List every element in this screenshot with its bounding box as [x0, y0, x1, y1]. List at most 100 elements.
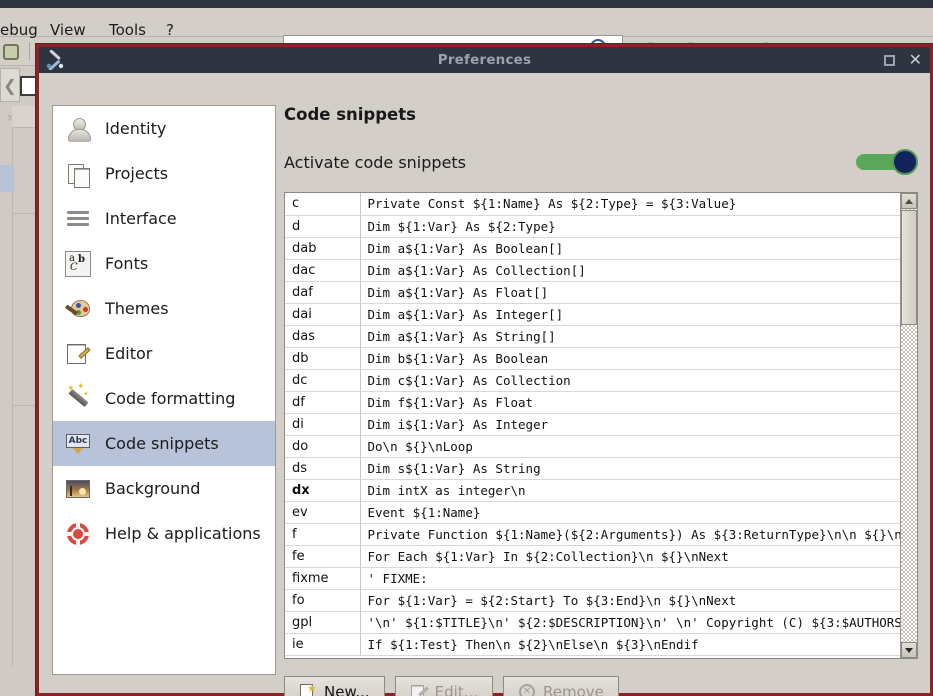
- sidebar-item-projects[interactable]: Projects: [53, 151, 275, 196]
- snippet-abbreviation: dc: [285, 369, 361, 392]
- snippet-expansion: Dim intX as integer\n: [360, 479, 900, 502]
- table-row[interactable]: ev Event ${1:Name}: [285, 501, 900, 524]
- snippet-abbreviation: df: [285, 391, 361, 414]
- sidebar-item-label: Interface: [105, 209, 177, 228]
- scroll-up-icon[interactable]: [901, 193, 917, 209]
- sidebar-item-themes[interactable]: Themes: [53, 286, 275, 331]
- menu-debug[interactable]: ebug: [0, 21, 38, 39]
- sidebar-item-background[interactable]: Background: [53, 466, 275, 511]
- snippet-abbreviation: di: [285, 413, 361, 436]
- remove-button: ✕ Remove: [503, 676, 619, 696]
- new-button[interactable]: ★ New...: [284, 676, 385, 696]
- table-row[interactable]: d Dim ${1:Var} As ${2:Type}: [285, 215, 900, 238]
- snippets-table-container: c Private Const ${1:Name} As ${2:Type} = …: [284, 192, 918, 659]
- menu-tools[interactable]: Tools: [109, 21, 146, 39]
- table-row[interactable]: gpl '\n' ${1:$TITLE}\n' ${2:$DESCRIPTION}…: [285, 611, 900, 634]
- snippet-expansion: Dim a${1:Var} As Integer[]: [360, 303, 900, 326]
- tools-icon: [45, 49, 65, 71]
- dialog-titlebar[interactable]: Preferences ✕: [39, 47, 930, 73]
- snippet-abbreviation: db: [285, 347, 361, 370]
- picture-icon: [65, 476, 91, 502]
- table-row[interactable]: ds Dim s${1:Var} As String: [285, 457, 900, 480]
- sidebar-item-label: Help & applications: [105, 524, 261, 543]
- snippet-abbreviation: dac: [285, 259, 361, 282]
- selected-line-marker: [0, 165, 14, 192]
- snippet-abbreviation: gpl: [285, 611, 361, 634]
- menu-view[interactable]: View: [50, 21, 86, 39]
- snippet-expansion: Dim a${1:Var} As Float[]: [360, 281, 900, 304]
- background-top-strip: [0, 0, 933, 8]
- snippet-expansion: For ${1:Var} = ${2:Start} To ${3:End}\n …: [360, 589, 900, 612]
- person-icon: [65, 116, 91, 142]
- collapse-left-icon[interactable]: ❮: [0, 68, 20, 102]
- snippet-expansion: Dim a${1:Var} As Collection[]: [360, 259, 900, 282]
- close-icon[interactable]: ✕: [909, 52, 922, 68]
- snippet-expansion: For Each ${1:Var} In ${2:Collection}\n $…: [360, 545, 900, 568]
- table-row[interactable]: f Private Function ${1:Name}(${2:Argument…: [285, 523, 900, 546]
- sidebar-item-help-applications[interactable]: Help & applications: [53, 511, 275, 556]
- sidebar-item-label: Fonts: [105, 254, 149, 273]
- table-row[interactable]: c Private Const ${1:Name} As ${2:Type} = …: [285, 193, 900, 216]
- button-label: Edit...: [434, 683, 479, 696]
- page-title: Code snippets: [284, 105, 416, 124]
- table-row[interactable]: fo For ${1:Var} = ${2:Start} To ${3:End}\…: [285, 589, 900, 612]
- action-buttons: ★ New... Edit... ✕ Remove: [284, 676, 619, 696]
- background-menubar: ebug View Tools ?: [0, 8, 933, 39]
- menu-tools-label: Tools: [109, 21, 146, 39]
- table-row[interactable]: fe For Each ${1:Var} In ${2:Collection}\n…: [285, 545, 900, 568]
- snippets-scrollbar[interactable]: [900, 193, 917, 658]
- scrollbar-thumb[interactable]: [901, 210, 917, 325]
- snippet-abbreviation: fo: [285, 589, 361, 612]
- snippet-expansion: If ${1:Test} Then\n ${2}\nElse\n ${3}\nE…: [360, 633, 900, 656]
- font-glyphs-icon: abC: [65, 250, 91, 277]
- button-label: Remove: [543, 683, 604, 696]
- sidebar-item-editor[interactable]: Editor: [53, 331, 275, 376]
- sidebar-item-fonts[interactable]: a b C Fonts: [53, 241, 275, 286]
- table-row[interactable]: daf Dim a${1:Var} As Float[]: [285, 281, 900, 304]
- sidebar-item-interface[interactable]: Interface: [53, 196, 275, 241]
- snippet-abbreviation: f: [285, 523, 361, 546]
- table-row[interactable]: dc Dim c${1:Var} As Collection: [285, 369, 900, 392]
- remove-circle-icon: ✕: [518, 683, 536, 696]
- activate-code-snippets-toggle[interactable]: [856, 149, 918, 175]
- table-row[interactable]: do Do\n ${}\nLoop: [285, 435, 900, 458]
- snippet-abbreviation: fixme: [285, 567, 361, 590]
- table-row[interactable]: fixme ' FIXME:: [285, 567, 900, 590]
- sidebar-item-code-formatting[interactable]: ✦ ✦ ✦ Code formatting: [53, 376, 275, 421]
- snippet-abbreviation: ie: [285, 633, 361, 656]
- snippet-abbreviation: dx: [285, 479, 361, 502]
- snippet-expansion: Dim i${1:Var} As Integer: [360, 413, 900, 436]
- gear-icon[interactable]: [3, 44, 19, 60]
- sidebar-item-label: Code formatting: [105, 389, 236, 408]
- notepad-pencil-icon: [65, 341, 91, 367]
- table-row[interactable]: dx Dim intX as integer\n: [285, 479, 900, 502]
- snippet-expansion: Dim ${1:Var} As ${2:Type}: [360, 215, 900, 238]
- maximize-icon[interactable]: [883, 54, 895, 66]
- sidebar-item-code-snippets[interactable]: Abc Code snippets: [53, 421, 275, 466]
- menu-help[interactable]: ?: [166, 21, 174, 39]
- table-row[interactable]: dab Dim a${1:Var} As Boolean[]: [285, 237, 900, 260]
- documents-icon: [65, 161, 91, 188]
- new-page-icon: ★: [299, 683, 317, 696]
- table-row[interactable]: dac Dim a${1:Var} As Collection[]: [285, 259, 900, 282]
- scroll-down-icon[interactable]: [901, 642, 917, 658]
- snippet-abbreviation: dab: [285, 237, 361, 260]
- table-row[interactable]: di Dim i${1:Var} As Integer: [285, 413, 900, 436]
- snippet-abbreviation: ds: [285, 457, 361, 480]
- menu-debug-label: ebug: [0, 21, 38, 39]
- sidebar-item-identity[interactable]: Identity: [53, 106, 275, 151]
- snippet-expansion: Dim b${1:Var} As Boolean: [360, 347, 900, 370]
- table-row[interactable]: dai Dim a${1:Var} As Integer[]: [285, 303, 900, 326]
- sidebar-item-label: Code snippets: [105, 434, 219, 453]
- snippet-abbreviation: ev: [285, 501, 361, 524]
- menu-view-label: View: [50, 21, 86, 39]
- snippet-expansion: Private Const ${1:Name} As ${2:Type} = $…: [360, 193, 900, 216]
- table-row[interactable]: db Dim b${1:Var} As Boolean: [285, 347, 900, 370]
- table-row[interactable]: das Dim a${1:Var} As String[]: [285, 325, 900, 348]
- snippet-abbreviation: fe: [285, 545, 361, 568]
- snippet-abbreviation: do: [285, 435, 361, 458]
- table-row[interactable]: ie If ${1:Test} Then\n ${2}\nElse\n ${3}\…: [285, 633, 900, 656]
- snippet-expansion: Do\n ${}\nLoop: [360, 435, 900, 458]
- table-row[interactable]: df Dim f${1:Var} As Float: [285, 391, 900, 414]
- activate-label: Activate code snippets: [284, 152, 467, 172]
